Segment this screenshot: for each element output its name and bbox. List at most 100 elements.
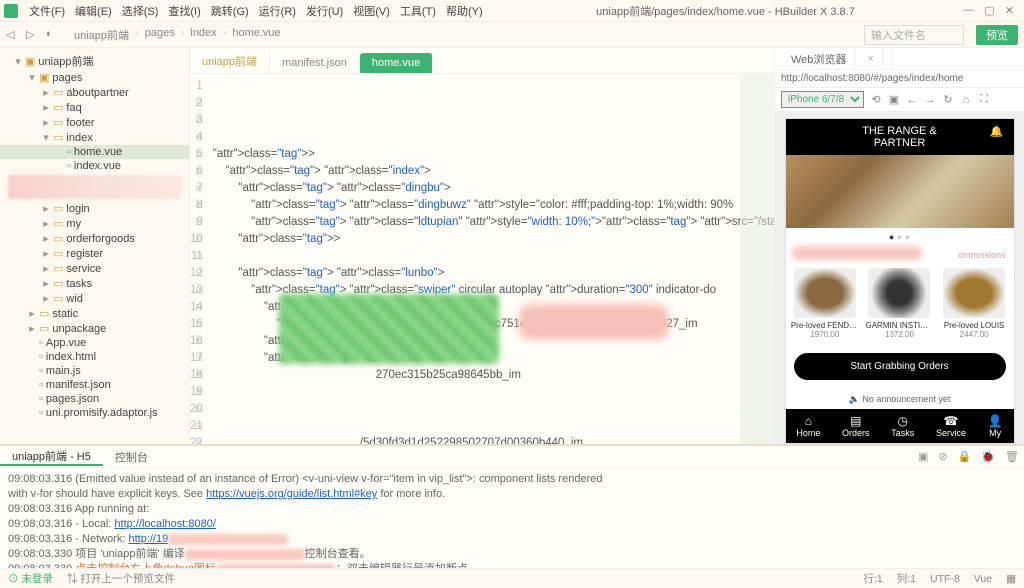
nav-orders[interactable]: ▤Orders: [842, 414, 870, 438]
breadcrumb: uniapp前端› pages› index› home.vue: [74, 27, 281, 43]
status-bar: ⊙ 未登录 ⇅ 打开上一个预览文件 行:1 列:1 UTF-8 Vue ▦: [0, 568, 1024, 588]
hero-swiper[interactable]: [786, 155, 1014, 228]
trash-icon[interactable]: 🗑: [1000, 450, 1024, 463]
expand-icon[interactable]: ⛶: [978, 93, 990, 106]
tab-project[interactable]: uniapp前端: [190, 49, 270, 73]
forward-icon[interactable]: →: [924, 94, 936, 106]
menu-help[interactable]: 帮助(Y): [441, 3, 488, 19]
rotate-icon[interactable]: ⟲: [870, 93, 882, 106]
nav-service[interactable]: ☎Service: [936, 414, 966, 438]
announcement-text: 🔈 No announcement yet: [786, 390, 1014, 409]
status-encoding[interactable]: UTF-8: [930, 573, 960, 585]
minimize-icon[interactable]: —: [963, 4, 974, 17]
tree-dir[interactable]: ▸▭my: [0, 216, 189, 231]
stop-icon[interactable]: ▣: [913, 450, 933, 463]
refresh-icon[interactable]: ↻: [942, 93, 954, 106]
back-icon[interactable]: ←: [906, 94, 918, 106]
tree-pages[interactable]: ▾▣pages: [0, 70, 189, 85]
maximize-icon[interactable]: ▢: [984, 4, 994, 17]
breadcrumb-index[interactable]: index: [190, 27, 216, 43]
tree-dir[interactable]: ▸▭unpackage: [0, 321, 189, 336]
bug-icon[interactable]: 🐞: [976, 450, 1000, 463]
menu-run[interactable]: 运行(R): [254, 3, 301, 19]
minimap[interactable]: [740, 74, 774, 444]
tree-file[interactable]: ▫main.js: [0, 364, 189, 378]
sync-status[interactable]: ⇅ 打开上一个预览文件: [67, 571, 175, 586]
status-lang[interactable]: Vue: [974, 573, 992, 585]
menu-select[interactable]: 选择(S): [117, 3, 164, 19]
bell-icon[interactable]: 🔔: [990, 125, 1004, 138]
product-card[interactable]: Pre-loved LOUIS2447.00: [940, 268, 1008, 339]
menu-find[interactable]: 查找(I): [163, 3, 205, 19]
product-grid: Pre-loved FENDI ZU…1970.00 GARMIN INSTIN…: [786, 264, 1014, 343]
console-output[interactable]: 09:08:03.316 (Emitted value instead of a…: [0, 468, 1024, 568]
tree-dir[interactable]: ▸▭faq: [0, 100, 189, 115]
tree-file[interactable]: ▫manifest.json: [0, 378, 189, 392]
product-image: [794, 268, 856, 318]
forward-icon[interactable]: ▷: [26, 28, 40, 42]
breadcrumb-pages[interactable]: pages: [145, 27, 175, 43]
tree-file-index[interactable]: ▫index.vue: [0, 159, 189, 173]
nav-my[interactable]: 👤My: [988, 414, 1003, 438]
tree-dir[interactable]: ▸▭aboutpartner: [0, 85, 189, 100]
home-icon[interactable]: ⌂: [960, 94, 972, 106]
tree-dir[interactable]: ▸▭static: [0, 306, 189, 321]
login-status[interactable]: ⊙ 未登录: [8, 571, 53, 586]
preview-tab[interactable]: Web浏览器×: [775, 48, 892, 69]
menu-tools[interactable]: 工具(T): [395, 3, 441, 19]
tree-root[interactable]: ▾▣uniapp前端: [0, 52, 189, 70]
menu-file[interactable]: 文件(F): [24, 3, 70, 19]
menu-view[interactable]: 视图(V): [348, 3, 395, 19]
tree-dir[interactable]: ▸▭tasks: [0, 276, 189, 291]
project-tree: ▾▣uniapp前端 ▾▣pages ▸▭aboutpartner ▸▭faq …: [0, 48, 190, 444]
tree-dir[interactable]: ▸▭login: [0, 201, 189, 216]
tree-dir[interactable]: ▸▭wid: [0, 291, 189, 306]
menu-publish[interactable]: 发行(U): [301, 3, 348, 19]
tree-file[interactable]: ▫App.vue: [0, 336, 189, 350]
code-area[interactable]: "attr">class="tag">> "attr">class="tag">…: [209, 74, 774, 444]
status-col: 列:1: [897, 571, 916, 586]
close-icon[interactable]: ×: [859, 48, 882, 69]
tab-home[interactable]: home.vue: [360, 53, 433, 73]
preview-panel: Web浏览器× http://localhost:8080/#/pages/in…: [774, 48, 1024, 444]
lock-icon[interactable]: 🔒: [953, 450, 977, 463]
close-icon[interactable]: ✕: [1005, 4, 1014, 17]
home-icon: ⌂: [796, 414, 820, 428]
tree-dir[interactable]: ▸▭footer: [0, 115, 189, 130]
preview-button[interactable]: 预览: [976, 25, 1018, 45]
product-card[interactable]: Pre-loved FENDI ZU…1970.00: [791, 268, 859, 339]
back-icon[interactable]: ◁: [6, 28, 20, 42]
tree-dir-index[interactable]: ▾▭index: [0, 130, 189, 145]
menu-goto[interactable]: 跳转(G): [206, 3, 254, 19]
tree-file[interactable]: ▫pages.json: [0, 392, 189, 406]
nav-home[interactable]: ⌂Home: [796, 414, 820, 438]
tree-file[interactable]: ▫index.html: [0, 350, 189, 364]
swiper-dots: ● ● ●: [786, 228, 1014, 246]
tree-dir[interactable]: ▸▭register: [0, 246, 189, 261]
tab-manifest[interactable]: manifest.json: [270, 53, 360, 73]
status-grid-icon[interactable]: ▦: [1006, 573, 1016, 585]
tree-file[interactable]: ▫uni.promisify.adaptor.js: [0, 406, 189, 420]
console-tab-h5[interactable]: uniapp前端 - H5: [0, 448, 103, 466]
tree-dir[interactable]: ▸▭orderforgoods: [0, 231, 189, 246]
breadcrumb-proj[interactable]: uniapp前端: [74, 27, 129, 43]
menu-edit[interactable]: 编辑(E): [70, 3, 117, 19]
console-tab-log[interactable]: 控制台: [103, 449, 160, 465]
tasks-icon: ◷: [891, 414, 914, 428]
file-search-input[interactable]: 输入文件名: [864, 25, 964, 45]
tree-file-home[interactable]: ▫home.vue: [0, 145, 189, 159]
preview-url[interactable]: http://localhost:8080/#/pages/index/home: [775, 70, 1024, 88]
clear-icon[interactable]: ⊘: [933, 450, 952, 463]
product-card[interactable]: GARMIN INSTINCT 2…1372.00: [865, 268, 933, 339]
tree-dir[interactable]: ▸▭service: [0, 261, 189, 276]
nav-tasks[interactable]: ◷Tasks: [891, 414, 914, 438]
grab-orders-button[interactable]: Start Grabbing Orders: [794, 353, 1006, 380]
code-editor[interactable]: 1234567891011121314151617181920212223242…: [190, 74, 774, 444]
app-logo: [4, 4, 18, 18]
device-select[interactable]: iPhone 6/7/8: [781, 91, 864, 108]
breadcrumb-file[interactable]: home.vue: [232, 27, 280, 43]
bottom-nav: ⌂Home ▤Orders ◷Tasks ☎Service 👤My: [786, 409, 1014, 443]
theme-icon[interactable]: ◐: [46, 28, 60, 42]
screenshot-icon[interactable]: ▣: [888, 93, 900, 106]
redacted-region: [185, 549, 305, 560]
